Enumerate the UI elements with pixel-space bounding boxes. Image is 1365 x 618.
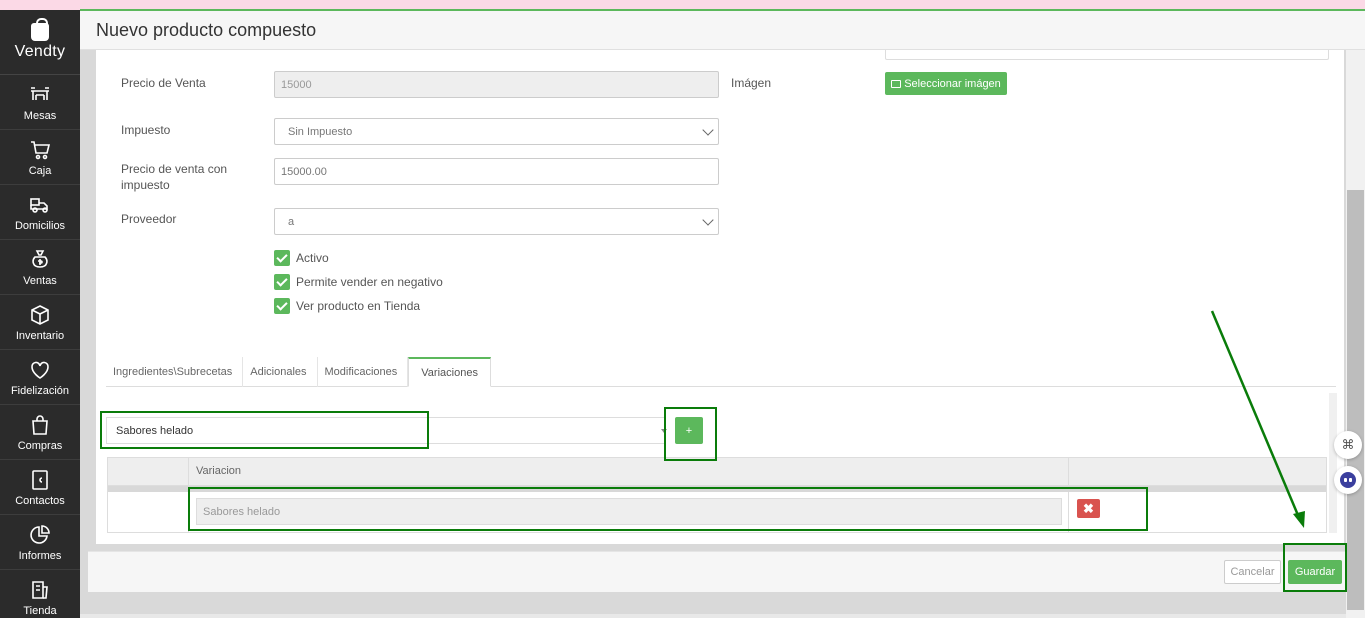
close-icon: ✖ (1083, 501, 1094, 516)
activo-checkbox[interactable]: Activo (274, 250, 329, 266)
tienda-label: Ver producto en Tienda (296, 299, 421, 313)
column-divider (188, 458, 189, 486)
contacts-icon (32, 469, 48, 490)
sidebar-item-mesas[interactable]: Mesas (0, 75, 80, 130)
sidebar-item-label: Fidelización (10, 384, 70, 397)
heart-icon (31, 361, 49, 379)
sidebar-item-tienda[interactable]: Tienda (0, 570, 80, 618)
imagen-label: Imágen (731, 76, 772, 90)
checkbox-checked-icon (274, 298, 290, 314)
tab-content-scrollbar[interactable] (1329, 393, 1337, 533)
top-field-edge (885, 50, 1329, 60)
negativo-label: Permite vender en negativo (296, 275, 443, 289)
assistant-bot-icon[interactable] (1334, 466, 1362, 494)
variation-row-input: Sabores helado (196, 498, 1062, 525)
sidebar-item-label: Ventas (23, 274, 57, 287)
sidebar-item-inventario[interactable]: Inventario (0, 295, 80, 350)
scrollbar-thumb[interactable] (1347, 190, 1364, 610)
sidebar-item-label: Inventario (15, 329, 65, 342)
save-button[interactable]: Guardar (1288, 560, 1342, 584)
precio-venta-input: 15000 (274, 71, 719, 98)
variacion-column-header: Variacion (196, 465, 242, 477)
box-icon (31, 304, 49, 325)
sidebar-item-informes[interactable]: Informes (0, 515, 80, 570)
sidebar-item-label: Domicilios (14, 219, 66, 232)
precio-con-impuesto-input[interactable]: 15000.00 (274, 158, 719, 185)
variations-table: Variacion Sabores helado ✖ (107, 457, 1327, 533)
brand-name: Vendty (14, 43, 66, 60)
page-scrollbar[interactable] (1346, 50, 1365, 618)
money-bag-icon (32, 249, 48, 268)
sidebar-item-label: Tienda (23, 604, 57, 617)
tab-adicionales[interactable]: Adicionales (243, 357, 318, 387)
sidebar-item-label: Caja (28, 164, 52, 177)
negativo-checkbox[interactable]: Permite vender en negativo (274, 274, 443, 290)
tables-icon (31, 86, 49, 100)
sidebar: Vendty Mesas Caja Domicilios Ventas Inve… (0, 10, 80, 618)
page-header: Nuevo producto compuesto (80, 11, 1365, 50)
impuesto-select[interactable]: Sin Impuesto (274, 118, 719, 145)
sidebar-item-compras[interactable]: Compras (0, 405, 80, 460)
precio-venta-label: Precio de Venta (121, 76, 206, 90)
page-title: Nuevo producto compuesto (96, 20, 317, 40)
select-image-button[interactable]: Seleccionar imágen (885, 72, 1007, 95)
checkbox-checked-icon (274, 274, 290, 290)
tab-variaciones[interactable]: Variaciones (408, 357, 491, 387)
caret-down-icon (661, 429, 667, 433)
delete-variation-button[interactable]: ✖ (1077, 499, 1100, 518)
activo-label: Activo (296, 251, 329, 265)
sidebar-item-fidelizacion[interactable]: Fidelización (0, 350, 80, 405)
sidebar-item-caja[interactable]: Caja (0, 130, 80, 185)
proveedor-label: Proveedor (121, 212, 177, 226)
command-icon[interactable]: ⌘ (1334, 431, 1362, 459)
store-icon (32, 580, 48, 599)
impuesto-label: Impuesto (121, 123, 171, 137)
add-variation-button[interactable]: + (675, 417, 703, 444)
column-divider (1068, 458, 1069, 486)
impuesto-value: Sin Impuesto (288, 125, 353, 138)
chevron-down-icon (702, 124, 714, 136)
brand-logo[interactable]: Vendty (0, 10, 80, 75)
sidebar-item-domicilios[interactable]: Domicilios (0, 185, 80, 240)
precio-con-impuesto-label: Precio de venta con impuesto (121, 162, 228, 192)
delivery-icon (30, 197, 48, 213)
checkbox-checked-icon (274, 250, 290, 266)
table-row-separator (108, 486, 1326, 492)
proveedor-select[interactable]: a (274, 208, 719, 235)
sidebar-item-label: Mesas (23, 109, 57, 122)
tab-ingredientes[interactable]: Ingredientes\Subrecetas (106, 357, 244, 387)
column-divider (188, 492, 189, 532)
image-icon (891, 79, 902, 88)
variation-select-value: Sabores helado (116, 424, 194, 437)
chevron-down-icon (702, 214, 714, 226)
sidebar-item-label: Compras (17, 439, 63, 452)
sidebar-item-ventas[interactable]: Ventas (0, 240, 80, 295)
column-divider (1068, 492, 1069, 532)
bottom-strip (80, 614, 1346, 618)
sidebar-item-label: Contactos (15, 494, 65, 507)
variation-select[interactable]: Sabores helado (106, 417, 667, 444)
cancel-button[interactable]: Cancelar (1224, 560, 1281, 584)
proveedor-value: a (288, 215, 295, 228)
sidebar-item-label: Informes (18, 549, 62, 562)
pie-chart-icon (30, 524, 50, 544)
cart-icon (31, 140, 51, 159)
sidebar-item-contactos[interactable]: Contactos (0, 460, 80, 515)
logo-bag-icon (31, 18, 49, 41)
bot-face-icon (1340, 472, 1356, 488)
table-header: Variacion (108, 458, 1326, 486)
tab-modificaciones[interactable]: Modificaciones (318, 357, 409, 387)
tienda-checkbox[interactable]: Ver producto en Tienda (274, 298, 420, 314)
select-image-label: Seleccionar imágen (904, 77, 1001, 90)
modal-footer (88, 551, 1352, 592)
shopping-bag-icon (32, 414, 48, 435)
tabs-bar: Ingredientes\Subrecetas Adicionales Modi… (106, 357, 491, 387)
